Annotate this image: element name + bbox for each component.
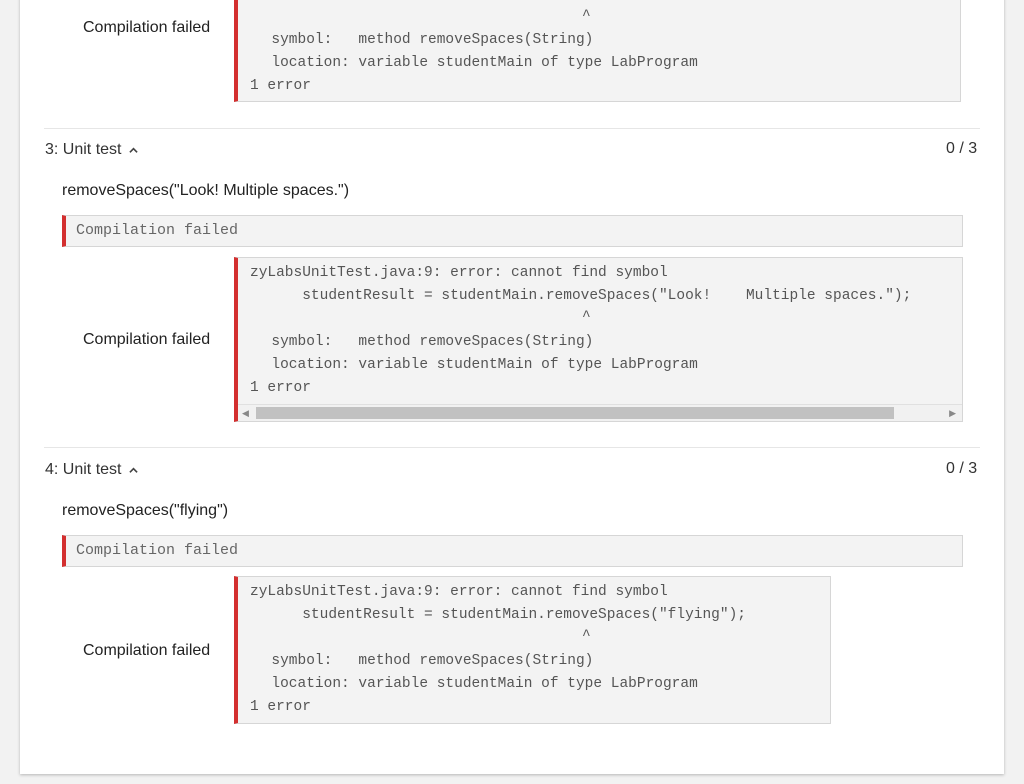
compilation-failed-label: Compilation failed bbox=[83, 642, 211, 659]
source-line: studentResult = studentMain.removeSpaces… bbox=[250, 607, 746, 623]
location-line: location: variable studentMain of type L… bbox=[254, 55, 698, 71]
test-title[interactable]: 4: Unit test bbox=[45, 461, 121, 479]
error-line: zyLabsUnitTest.java:9: error: cannot fin… bbox=[250, 584, 668, 600]
chevron-up-icon[interactable] bbox=[129, 146, 139, 155]
horizontal-scrollbar[interactable]: ◀ ▶ bbox=[238, 404, 962, 421]
symbol-line: symbol: method removeSpaces(String) bbox=[254, 334, 594, 350]
caret-line: ^ bbox=[582, 309, 591, 325]
compiler-output: zyLabsUnitTest.java:9: error: cannot fin… bbox=[234, 257, 963, 422]
divider bbox=[44, 447, 980, 448]
inline-compilation-failed: Compilation failed bbox=[62, 535, 963, 567]
inline-compilation-failed: Compilation failed bbox=[62, 215, 963, 247]
error-line: zyLabsUnitTest.java:9: error: cannot fin… bbox=[250, 265, 668, 281]
location-line: location: variable studentMain of type L… bbox=[254, 357, 698, 373]
source-line: studentResult = studentMain.removeSpaces… bbox=[250, 288, 912, 304]
symbol-line: symbol: method removeSpaces(String) bbox=[254, 653, 594, 669]
compilation-failed-label: Compilation failed bbox=[83, 331, 211, 348]
symbol-line: symbol: method removeSpaces(String) bbox=[254, 32, 594, 48]
caret-line: ^ bbox=[582, 628, 591, 644]
compiler-output: zyLabsUnitTest.java:9: error: cannot fin… bbox=[234, 576, 831, 724]
chevron-up-icon[interactable] bbox=[129, 466, 139, 475]
test-score: 0 / 3 bbox=[946, 460, 978, 477]
test-3-header[interactable]: 3: Unit test bbox=[45, 141, 139, 159]
arrow-right-icon[interactable]: ▶ bbox=[949, 408, 956, 419]
divider bbox=[44, 128, 980, 129]
error-count-line: 1 error bbox=[250, 78, 311, 94]
caret-line: ^ bbox=[582, 8, 591, 24]
test-call: removeSpaces("flying") bbox=[62, 502, 229, 519]
test-score: 0 / 3 bbox=[946, 140, 978, 157]
compilation-failed-label: Compilation failed bbox=[83, 19, 211, 36]
test-call: removeSpaces("Look! Multiple spaces.") bbox=[62, 182, 350, 199]
location-line: location: variable studentMain of type L… bbox=[254, 676, 698, 692]
arrow-left-icon[interactable]: ◀ bbox=[242, 408, 249, 419]
test-4-header[interactable]: 4: Unit test bbox=[45, 461, 139, 479]
test-title[interactable]: 3: Unit test bbox=[45, 141, 121, 159]
error-count-line: 1 error bbox=[250, 380, 311, 396]
scrollbar-thumb[interactable] bbox=[256, 407, 894, 419]
compiler-output: ^ symbol: method removeSpaces(String) lo… bbox=[234, 0, 961, 102]
error-count-line: 1 error bbox=[250, 699, 311, 715]
